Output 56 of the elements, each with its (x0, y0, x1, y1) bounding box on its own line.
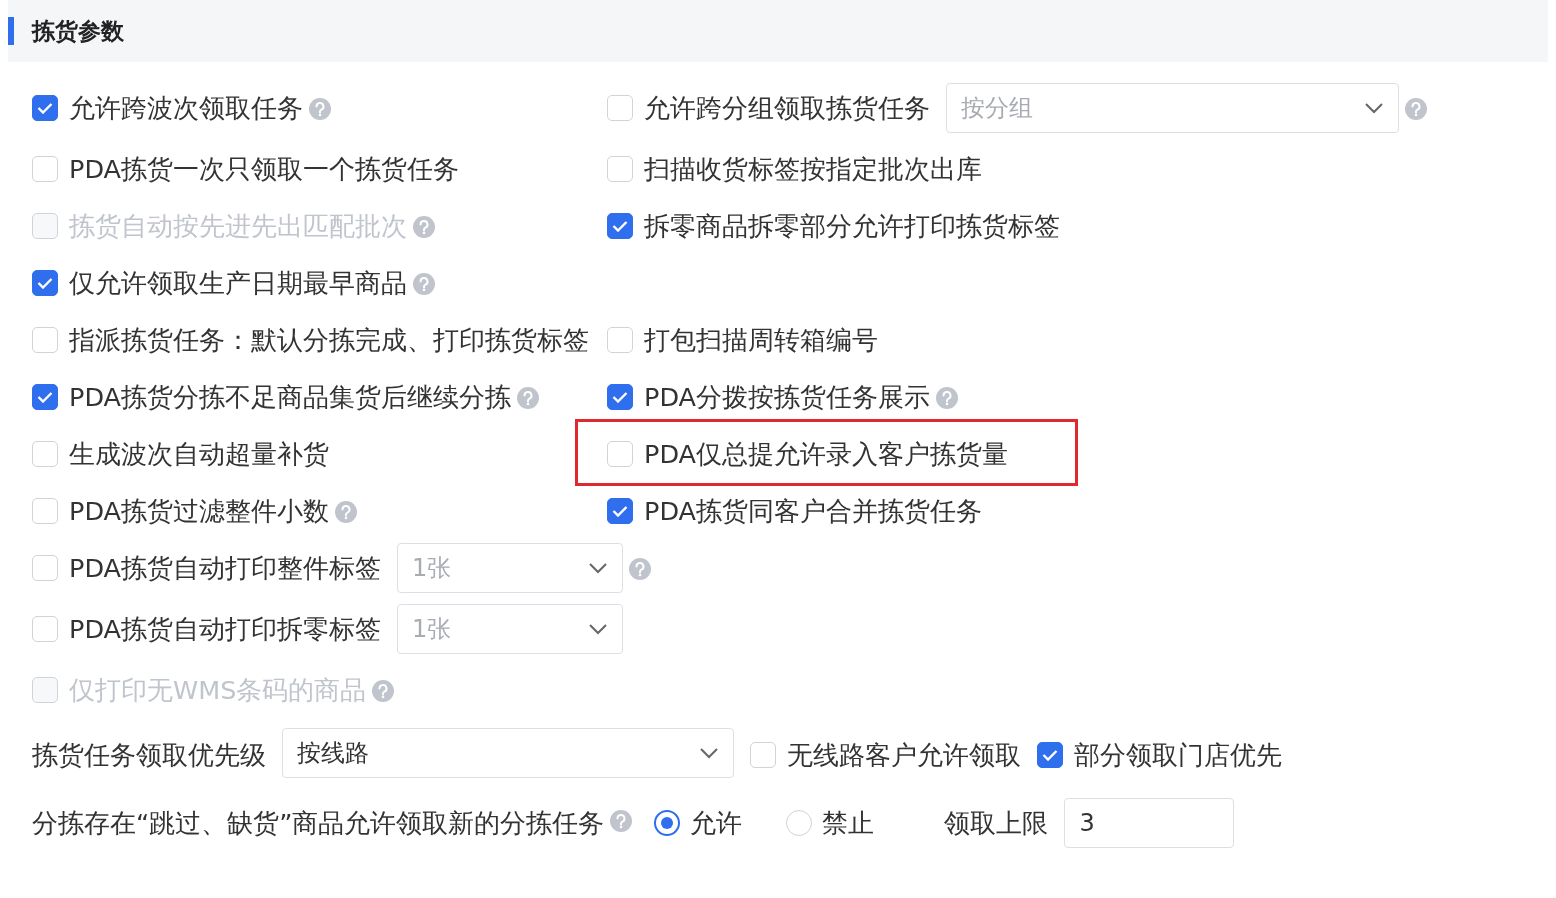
checkbox-label: 部分领取门店优先 (1074, 739, 1282, 772)
help-icon[interactable] (413, 273, 435, 295)
checkbox[interactable] (607, 498, 633, 524)
check-icon (37, 277, 53, 289)
chevron-down-icon (588, 562, 608, 574)
field-label: 分拣存在“跳过、缺货”商品允许领取新的分拣任务 (32, 806, 605, 840)
checkbox[interactable] (32, 384, 58, 410)
check-icon (612, 220, 628, 232)
help-icon[interactable] (517, 387, 539, 409)
checkbox-label: PDA拣货分拣不足商品集货后继续分拣 (69, 381, 511, 414)
help-icon[interactable] (936, 387, 958, 409)
chevron-down-icon (699, 747, 719, 759)
checkbox-label: PDA拣货同客户合并拣货任务 (644, 495, 982, 528)
checkbox-label: 仅允许领取生产日期最早商品 (69, 267, 407, 300)
check-icon (1042, 749, 1058, 761)
checkbox-label: 允许跨分组领取拣货任务 (644, 92, 930, 125)
checkbox-label: 拣货自动按先进先出匹配批次 (69, 210, 407, 243)
checkbox-label: 仅打印无WMS条码的商品 (69, 674, 367, 707)
accent-bar (8, 17, 14, 45)
checkbox[interactable] (607, 384, 633, 410)
checkbox-label: PDA拣货自动打印拆零标签 (69, 613, 381, 646)
radio-option[interactable]: 禁止 (786, 802, 875, 844)
checkbox-label: 拆零商品拆零部分允许打印拣货标签 (644, 210, 1060, 243)
check-icon (37, 102, 53, 114)
checkbox-label: PDA拣货过滤整件小数 (69, 495, 329, 528)
checkbox-label: 打包扫描周转箱编号 (644, 324, 878, 357)
check-icon (37, 391, 53, 403)
checkbox-label: PDA拣货一次只领取一个拣货任务 (69, 153, 459, 186)
checkbox-label: 允许跨波次领取任务 (69, 92, 303, 125)
field-label: 拣货任务领取优先级 (32, 739, 266, 772)
help-icon[interactable] (335, 501, 357, 523)
help-icon[interactable] (309, 98, 331, 120)
checkbox-label: PDA拣货自动打印整件标签 (69, 552, 381, 585)
section-title: 拣货参数 (32, 16, 124, 46)
field-label: 领取上限 (944, 806, 1049, 840)
radio-option[interactable]: 允许 (654, 802, 743, 844)
radio-button[interactable] (654, 810, 681, 836)
check-icon (612, 505, 628, 517)
checkbox-label: 生成波次自动超量补货 (69, 438, 329, 471)
check-icon (612, 391, 628, 403)
checkbox-label: PDA仅总提允许录入客户拣货量 (644, 438, 1008, 471)
checkbox-label: 无线路客户允许领取 (787, 739, 1021, 772)
help-icon[interactable] (1405, 98, 1427, 120)
checkbox[interactable] (607, 213, 633, 239)
checkbox-label: 扫描收货标签按指定批次出库 (644, 153, 982, 186)
checkbox[interactable] (32, 95, 58, 121)
checkbox-label: 指派拣货任务：默认分拣完成、打印拣货标签 (69, 324, 589, 357)
help-icon[interactable] (629, 558, 651, 580)
chevron-down-icon (1364, 102, 1384, 114)
help-icon[interactable] (610, 810, 633, 832)
checkbox[interactable] (1037, 742, 1063, 768)
dropdown-select[interactable]: 按线路 (282, 728, 734, 778)
checkbox[interactable] (32, 270, 58, 296)
input-field[interactable]: 3 (1064, 798, 1235, 848)
chevron-down-icon (588, 623, 608, 635)
checkbox-label: PDA分拨按拣货任务展示 (644, 381, 930, 414)
